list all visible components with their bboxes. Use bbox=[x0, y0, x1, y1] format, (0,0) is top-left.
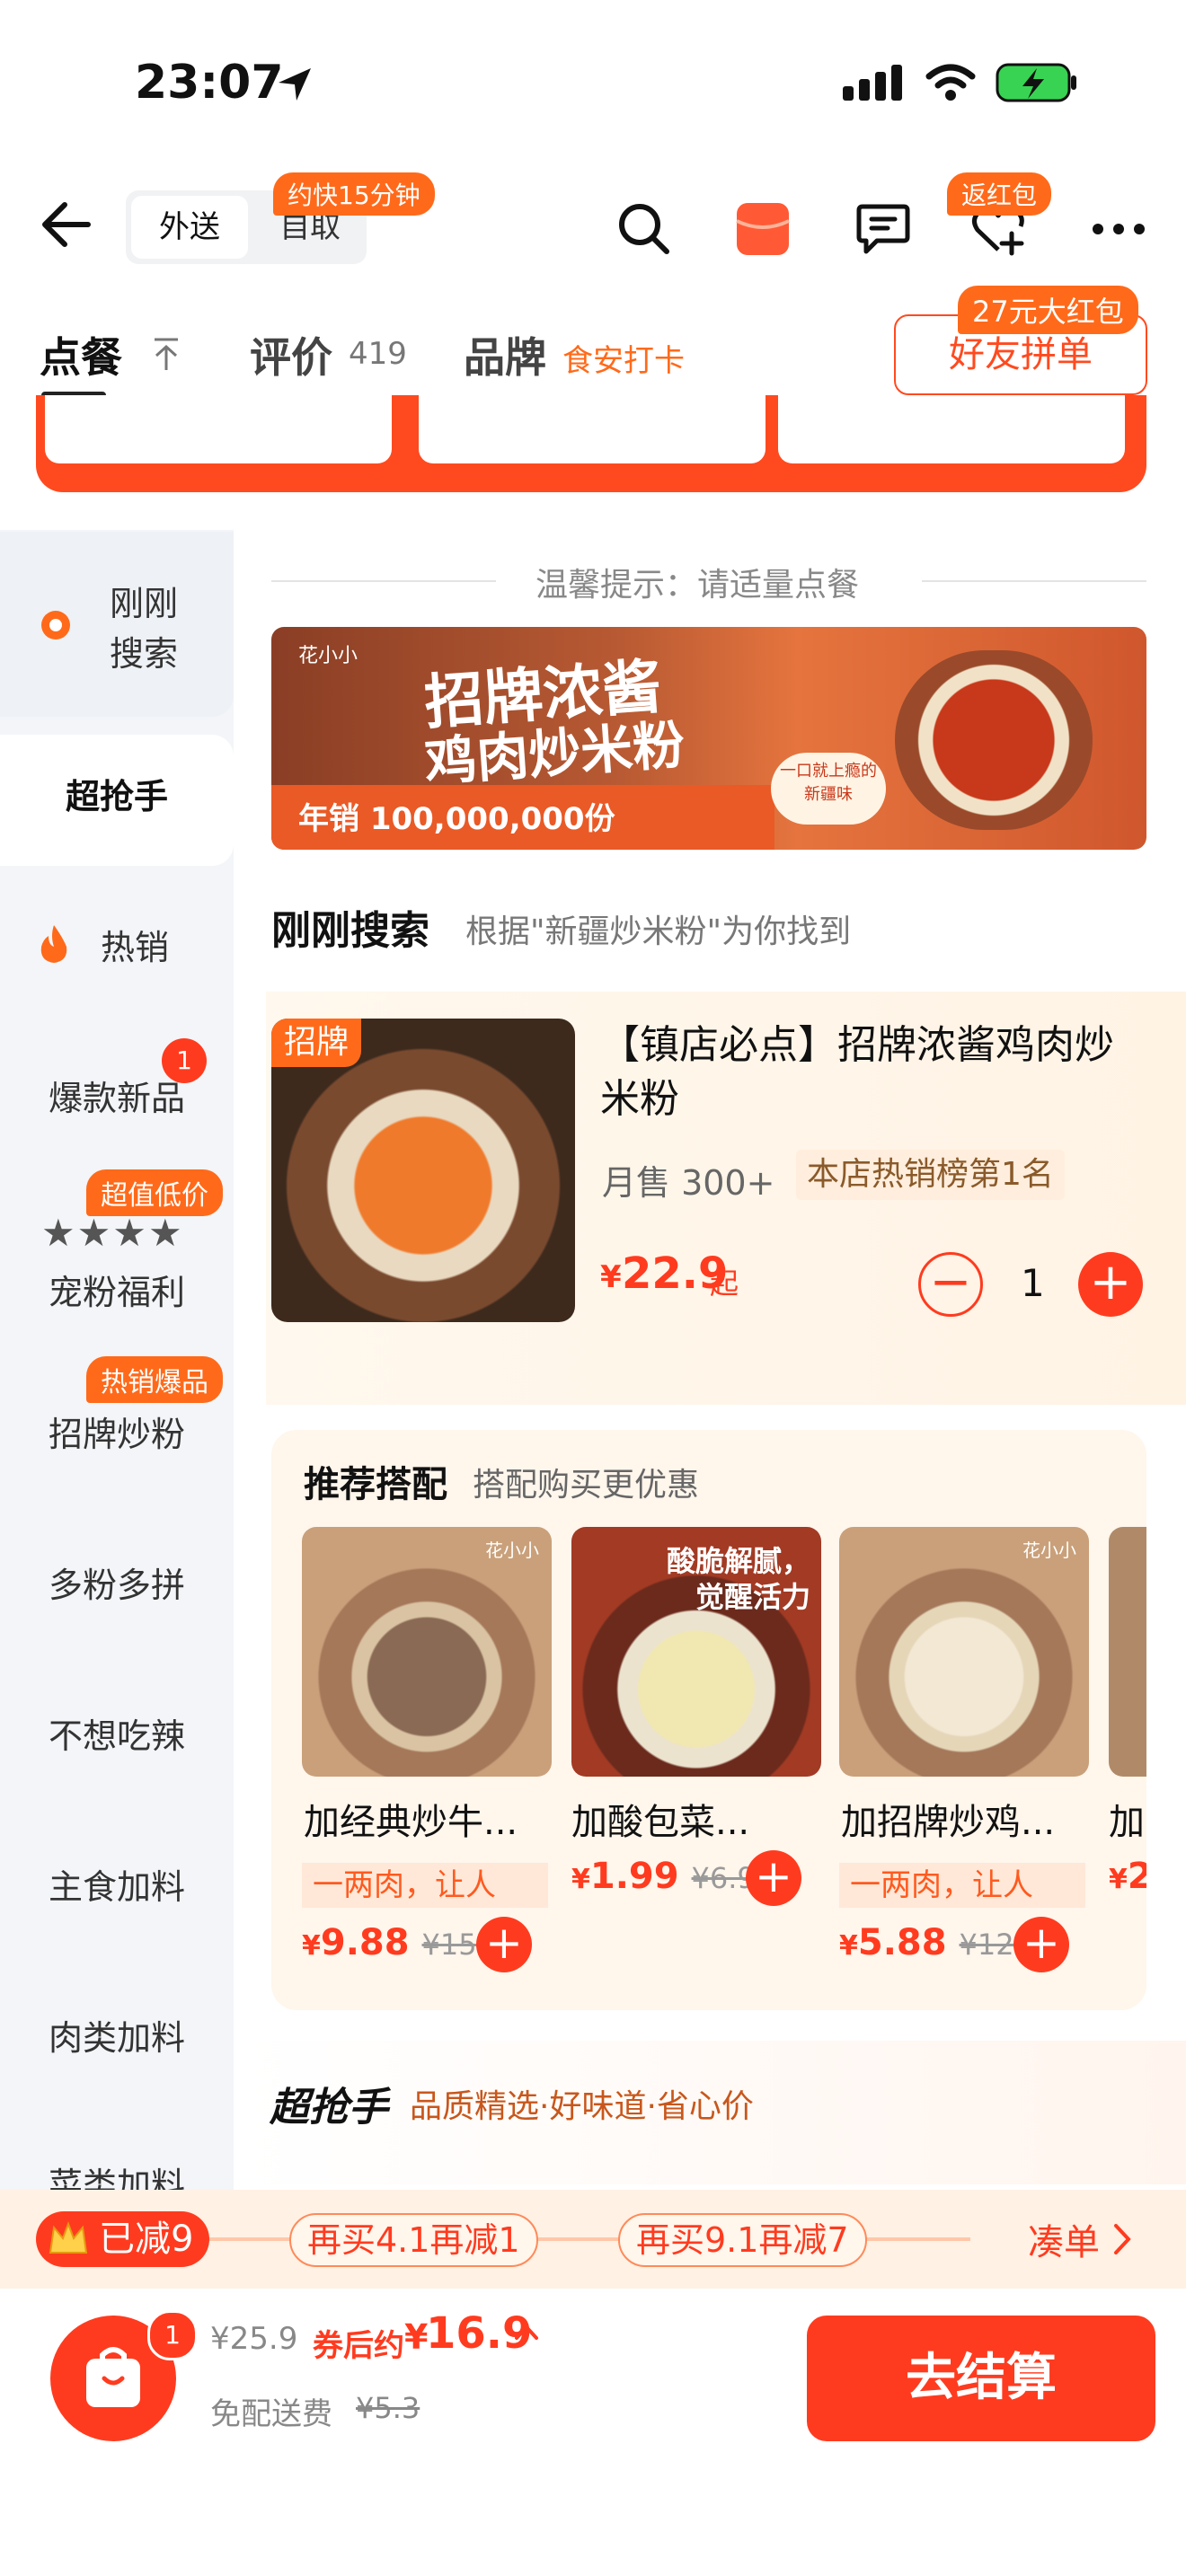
review-count: 419 bbox=[349, 336, 407, 372]
recommend-item-price: ¥9.88 ¥15 bbox=[302, 1922, 477, 1963]
discount-step: 再买4.1再减1 bbox=[289, 2213, 538, 2267]
food-safety-tag: 食安打卡 bbox=[562, 343, 685, 379]
sidebar-item-fan-benefit[interactable]: 宠粉福利 bbox=[0, 1265, 234, 1314]
product-title[interactable]: 【镇店必点】招牌浓酱鸡肉炒米粉 bbox=[600, 1019, 1139, 1126]
banner-stamp: 一口就上瘾的新疆味 bbox=[771, 753, 886, 825]
divider bbox=[922, 580, 1146, 582]
recommend-item-name[interactable]: 加招牌炒鸡... bbox=[841, 1793, 1055, 1845]
banner-sales: 年销 100,000,000份 bbox=[298, 801, 615, 837]
recommend-item-image[interactable]: 花小小 bbox=[302, 1527, 552, 1777]
image-slogan: 酸脆解腻，觉醒活力 bbox=[666, 1544, 810, 1614]
group-order-redpacket-tag: 27元大红包 bbox=[958, 286, 1138, 334]
tab-reviews[interactable]: 评价 bbox=[250, 325, 332, 384]
sidebar-item-hot[interactable]: 热销 bbox=[101, 920, 169, 969]
sidebar-item-signature[interactable]: 招牌炒粉 bbox=[0, 1407, 234, 1456]
section-subtitle: 根据"新疆炒米粉"为你找到 bbox=[465, 913, 852, 950]
mode-delivery[interactable]: 外送 bbox=[131, 196, 248, 259]
add-recommend-button[interactable]: + bbox=[746, 1850, 801, 1906]
recent-search-icon bbox=[41, 611, 70, 640]
coupon-card[interactable] bbox=[419, 395, 766, 463]
hot-pick-logo: 超抢手 bbox=[270, 2085, 388, 2130]
recommend-item-price: ¥5.88 ¥12 bbox=[839, 1922, 1014, 1963]
checkout-button[interactable]: 去结算 bbox=[807, 2316, 1155, 2441]
cart-count-badge: 1 bbox=[147, 2310, 198, 2360]
message-icon[interactable] bbox=[855, 201, 911, 257]
wifi-icon bbox=[925, 64, 976, 101]
add-recommend-button[interactable]: + bbox=[476, 1917, 532, 1972]
recommend-item-image[interactable] bbox=[1109, 1527, 1146, 1777]
chevron-right-icon[interactable] bbox=[1111, 2222, 1134, 2256]
banner-dish-image bbox=[895, 650, 1093, 830]
banner-brand: 花小小 bbox=[298, 645, 358, 667]
more-icon[interactable] bbox=[1091, 201, 1146, 257]
recommend-item-name[interactable]: 加 bbox=[1109, 1793, 1145, 1845]
recommend-item-tag: 一两肉，让人 bbox=[302, 1863, 548, 1908]
battery-charging-icon bbox=[996, 63, 1076, 102]
order-hint: 温馨提示：请适量点餐 bbox=[535, 567, 860, 604]
add-recommend-button[interactable]: + bbox=[1013, 1917, 1069, 1972]
section-title: 刚刚搜索 bbox=[271, 908, 429, 954]
red-packet-icon[interactable] bbox=[735, 201, 791, 257]
promo-banner[interactable]: 花小小 招牌浓酱 鸡肉炒米粉 年销 100,000,000份 一口就上瘾的新疆味 bbox=[271, 627, 1146, 850]
fire-icon bbox=[40, 925, 67, 963]
sidebar-item-new[interactable]: 爆款新品 bbox=[0, 1071, 234, 1120]
divider bbox=[271, 580, 496, 582]
delivery-old-fee: ¥5.3 bbox=[356, 2391, 420, 2425]
image-brand: 花小小 bbox=[1022, 1539, 1076, 1561]
shopping-bag-icon bbox=[86, 2347, 140, 2407]
discount-step: 再买9.1再减7 bbox=[618, 2213, 867, 2267]
signature-badge: 招牌 bbox=[271, 1019, 362, 1067]
hot-item-tag: 热销爆品 bbox=[86, 1356, 223, 1403]
recommend-item-image[interactable]: 酸脆解腻，觉醒活力 bbox=[571, 1527, 821, 1777]
recommend-subtitle: 搭配购买更优惠 bbox=[473, 1467, 700, 1504]
value-price-tag: 超值低价 bbox=[86, 1169, 223, 1216]
chevron-up-icon[interactable] bbox=[514, 2323, 539, 2341]
decrease-button[interactable]: − bbox=[918, 1252, 983, 1317]
search-icon[interactable] bbox=[616, 201, 672, 257]
tab-brand[interactable]: 品牌 bbox=[464, 325, 546, 384]
hot-pick-slogan: 品质精选·好味道·省心价 bbox=[410, 2088, 754, 2125]
sidebar-item-meat-addon[interactable]: 肉类加料 bbox=[0, 2010, 234, 2060]
recommend-item-image[interactable]: 花小小 bbox=[839, 1527, 1089, 1777]
recommend-title: 推荐搭配 bbox=[304, 1464, 447, 1505]
recommend-item-price: ¥2 bbox=[1109, 1856, 1146, 1897]
image-brand: 花小小 bbox=[485, 1539, 539, 1561]
recommend-item-price: ¥1.99 ¥6.99 bbox=[571, 1856, 774, 1897]
sidebar-item-mild[interactable]: 不想吃辣 bbox=[0, 1708, 234, 1758]
status-icons bbox=[843, 63, 1078, 102]
back-arrow-icon[interactable] bbox=[40, 198, 93, 251]
sidebar-item-staple-addon[interactable]: 主食加料 bbox=[0, 1859, 234, 1909]
coupon-band bbox=[36, 395, 1146, 492]
crown-icon bbox=[49, 2221, 88, 2254]
delivery-fee-label: 免配送费 bbox=[210, 2396, 332, 2432]
increase-button[interactable]: + bbox=[1078, 1252, 1143, 1317]
recommend-item-tag: 一两肉，让人 bbox=[839, 1863, 1085, 1908]
stars-icon: ★★★★ bbox=[41, 1211, 184, 1255]
recommend-item-name[interactable]: 加经典炒牛... bbox=[304, 1793, 518, 1845]
recommend-item-name[interactable]: 加酸包菜... bbox=[571, 1793, 749, 1845]
new-count-badge: 1 bbox=[162, 1038, 207, 1083]
rank-badge: 本店热销榜第1名 bbox=[796, 1150, 1065, 1200]
sidebar-item-label: 超抢手 bbox=[65, 777, 168, 816]
return-redpacket-tag: 返红包 bbox=[947, 172, 1052, 216]
location-arrow-icon bbox=[279, 68, 311, 101]
cart-original-price: ¥25.9 bbox=[210, 2321, 298, 2357]
signal-icon bbox=[843, 65, 902, 101]
quantity-value: 1 bbox=[1021, 1261, 1045, 1305]
after-coupon-label: 券后约 bbox=[313, 2328, 404, 2364]
sidebar-item-label: 刚刚 搜索 bbox=[109, 584, 178, 674]
sidebar-item-multi[interactable]: 多粉多拼 bbox=[0, 1557, 234, 1607]
tab-order[interactable]: 点餐 bbox=[40, 325, 122, 384]
add-on-link[interactable]: 凑单 bbox=[1028, 2213, 1100, 2265]
price-currency: ¥ bbox=[600, 1259, 622, 1295]
pickup-speed-tag: 约快15分钟 bbox=[273, 172, 435, 216]
status-time: 23:07 bbox=[135, 56, 284, 110]
coupon-card[interactable] bbox=[45, 395, 392, 463]
monthly-sales: 月售 300+ bbox=[602, 1163, 775, 1203]
coupon-card[interactable] bbox=[778, 395, 1125, 463]
final-currency: ¥ bbox=[404, 2317, 429, 2357]
sort-top-icon[interactable] bbox=[151, 336, 181, 372]
price-suffix: 起 bbox=[710, 1266, 739, 1301]
